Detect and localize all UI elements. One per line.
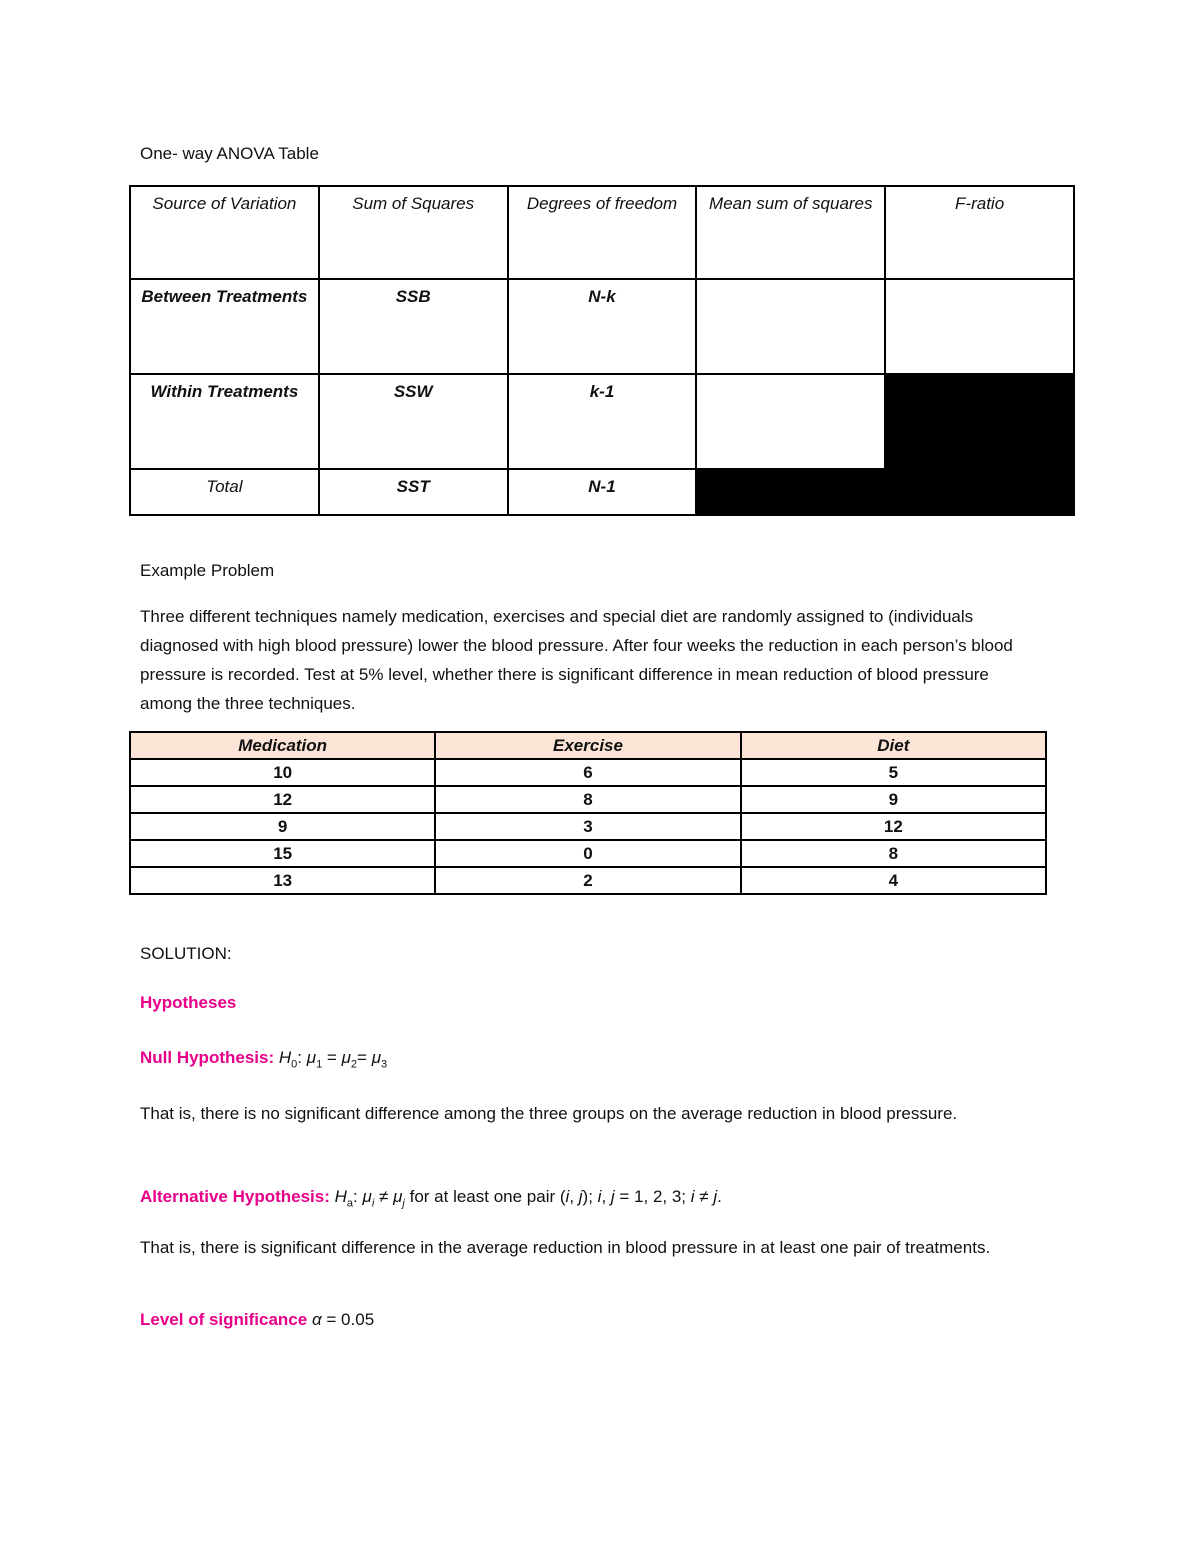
cell-f-blacked-out (884, 468, 1075, 516)
alt-text-1: for at least one pair ( (409, 1187, 566, 1206)
cell-medication: 10 (128, 758, 437, 787)
null-hypothesis: Null Hypothesis: H0: μ1 = μ2= μ3 (140, 1048, 387, 1070)
cell-exercise: 0 (434, 839, 742, 868)
cell-diet: 5 (739, 758, 1048, 787)
cell-source: Between Treatments (129, 278, 320, 375)
alt-explanation: That is, there is significant difference… (140, 1238, 991, 1257)
example-heading: Example Problem (140, 561, 275, 580)
alpha-symbol: α (311, 1310, 322, 1329)
header-degrees-of-freedom: Degrees of freedom (506, 185, 698, 280)
blood-pressure-data-table: Medication Exercise Diet 10 6 5 12 8 9 9… (128, 731, 1048, 895)
cell-ms-empty (695, 373, 887, 470)
cell-exercise: 2 (434, 866, 742, 895)
mu-symbol: μ (371, 1048, 382, 1067)
cell-medication: 12 (128, 785, 437, 814)
table-row: 9 3 12 (128, 812, 1048, 841)
alpha-value: = 0.05 (326, 1310, 375, 1329)
null-hypothesis-label: Null Hypothesis: (140, 1048, 275, 1067)
table-row: 13 2 4 (128, 866, 1048, 895)
header-mean-sum-of-squares: Mean sum of squares (695, 185, 887, 280)
cell-medication: 15 (128, 839, 437, 868)
cell-df: N-k (506, 278, 698, 375)
header-f-ratio: F-ratio (884, 185, 1075, 280)
cell-ss: SSW (317, 373, 509, 470)
significance-label: Level of significance (140, 1310, 308, 1329)
cell-source: Total (129, 468, 320, 516)
cell-df: k-1 (506, 373, 698, 470)
cell-medication: 13 (128, 866, 437, 895)
var-i: i (690, 1187, 695, 1206)
mu-sub-i: i (371, 1197, 375, 1210)
alt-hypothesis-label: Alternative Hypothesis: (140, 1187, 330, 1206)
cell-f-empty (884, 278, 1075, 375)
null-sep: : (297, 1048, 302, 1067)
anova-row-between: Between Treatments SSB N-k (129, 278, 1075, 375)
data-header-row: Medication Exercise Diet (128, 731, 1048, 760)
var-i: i (565, 1187, 570, 1206)
cell-df: N-1 (506, 468, 698, 516)
hypotheses-heading: Hypotheses (140, 993, 237, 1012)
mu-symbol: μ (306, 1048, 317, 1067)
anova-row-total: Total SST N-1 (129, 468, 1075, 516)
alt-sep: : (353, 1187, 358, 1206)
alt-text-2: ); (582, 1187, 598, 1206)
eq-symbol: = (357, 1048, 367, 1067)
cell-exercise: 6 (434, 758, 742, 787)
alt-h: H (334, 1187, 347, 1206)
header-diet: Diet (739, 731, 1048, 760)
header-source: Source of Variation (129, 185, 320, 280)
cell-diet: 9 (739, 785, 1048, 814)
mu-sub-j: j (402, 1197, 405, 1210)
cell-source: Within Treatments (129, 373, 320, 470)
mu-symbol: μ (362, 1187, 372, 1206)
cell-ms-blacked-out (695, 468, 887, 516)
cell-exercise: 3 (434, 812, 742, 841)
mu-sub: 3 (381, 1058, 388, 1071)
cell-exercise: 8 (434, 785, 742, 814)
var-i: i (597, 1187, 602, 1206)
alternative-hypothesis: Alternative Hypothesis: Ha: μi ≠ μj for … (140, 1187, 722, 1210)
significance-level: Level of significance α = 0.05 (140, 1310, 374, 1330)
null-explanation: That is, there is no significant differe… (140, 1104, 958, 1123)
eq-symbol: = (326, 1048, 337, 1067)
anova-row-within: Within Treatments SSW k-1 (129, 373, 1075, 470)
null-h: H (278, 1048, 292, 1067)
alt-end: . (717, 1187, 722, 1206)
cell-f-blacked-out (884, 373, 1075, 470)
table-row: 10 6 5 (128, 758, 1048, 787)
cell-medication: 9 (128, 812, 437, 841)
anova-header-row: Source of Variation Sum of Squares Degre… (129, 185, 1075, 280)
cell-ss: SSB (317, 278, 509, 375)
table-row: 12 8 9 (128, 785, 1048, 814)
cell-diet: 4 (739, 866, 1048, 895)
neq-symbol: ≠ (379, 1187, 389, 1206)
cell-diet: 8 (739, 839, 1048, 868)
neq-symbol: ≠ (699, 1187, 709, 1206)
anova-table: Source of Variation Sum of Squares Degre… (129, 185, 1075, 516)
mu-symbol: μ (341, 1048, 351, 1067)
cell-diet: 12 (739, 812, 1048, 841)
problem-statement: Three different techniques namely medica… (140, 607, 1013, 713)
header-sum-of-squares: Sum of Squares (317, 185, 509, 280)
header-exercise: Exercise (434, 731, 742, 760)
cell-ss: SST (317, 468, 509, 516)
solution-label: SOLUTION: (140, 944, 232, 963)
mu-sub: 1 (316, 1058, 323, 1071)
table-row: 15 0 8 (128, 839, 1048, 868)
cell-ms-empty (695, 278, 887, 375)
anova-table-title: One- way ANOVA Table (140, 144, 319, 163)
alt-text-3: = 1, 2, 3; (614, 1187, 691, 1206)
header-medication: Medication (128, 731, 437, 760)
